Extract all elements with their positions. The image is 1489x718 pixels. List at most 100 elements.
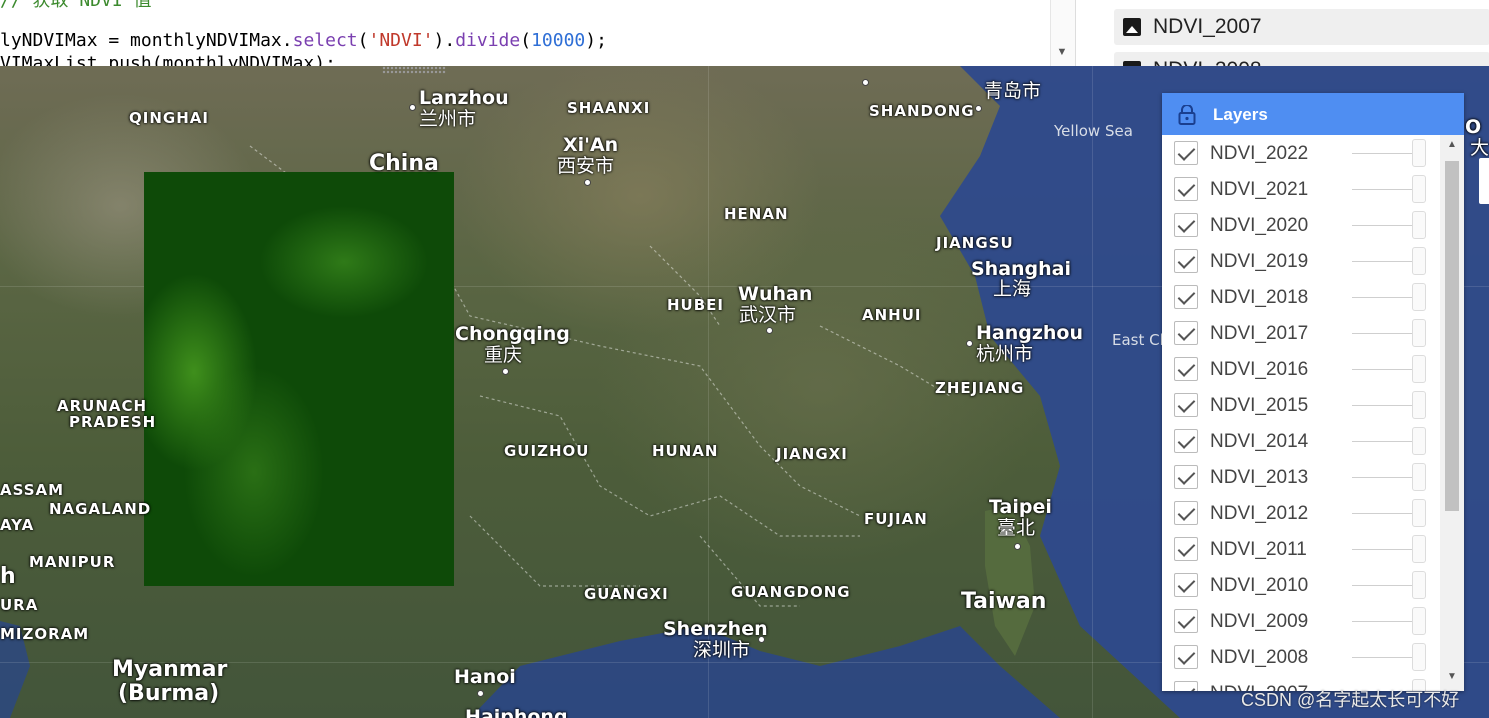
- code-editor[interactable]: // 获取 NDVI 值 lyNDVIMax = monthlyNDVIMax.…: [0, 0, 1075, 66]
- layer-visibility-checkbox[interactable]: [1174, 177, 1198, 201]
- opacity-slider-track[interactable]: [1352, 621, 1414, 622]
- map-label: h: [0, 564, 16, 589]
- opacity-slider-handle[interactable]: [1412, 355, 1426, 383]
- layer-item[interactable]: NDVI_2018: [1162, 279, 1440, 315]
- layer-name: NDVI_2014: [1210, 431, 1309, 452]
- asset-item[interactable]: NDVI_2008: [1114, 52, 1489, 66]
- layer-visibility-checkbox[interactable]: [1174, 681, 1198, 691]
- layer-item[interactable]: NDVI_2013: [1162, 459, 1440, 495]
- map-label: GUANGDONG: [731, 583, 851, 601]
- chevron-down-icon[interactable]: ▼: [1054, 44, 1070, 60]
- layer-item[interactable]: NDVI_2015: [1162, 387, 1440, 423]
- layer-visibility-checkbox[interactable]: [1174, 609, 1198, 633]
- layer-item[interactable]: NDVI_2012: [1162, 495, 1440, 531]
- map-label: JIANGXI: [776, 445, 848, 463]
- opacity-slider-track[interactable]: [1352, 333, 1414, 334]
- map-label: Shenzhen: [663, 618, 768, 640]
- layer-visibility-checkbox[interactable]: [1174, 285, 1198, 309]
- layer-item[interactable]: NDVI_2010: [1162, 567, 1440, 603]
- layers-scrollbar[interactable]: ▲ ▼: [1440, 135, 1464, 691]
- map-label: Lanzhou: [419, 87, 509, 109]
- opacity-slider-handle[interactable]: [1412, 211, 1426, 239]
- opacity-slider-handle[interactable]: [1412, 139, 1426, 167]
- layer-item[interactable]: NDVI_2008: [1162, 639, 1440, 675]
- map-label: Xi'An: [563, 134, 619, 156]
- layer-item[interactable]: NDVI_2017: [1162, 315, 1440, 351]
- map-label: Hangzhou: [976, 322, 1084, 344]
- layer-item[interactable]: NDVI_2016: [1162, 351, 1440, 387]
- opacity-slider-track[interactable]: [1352, 297, 1414, 298]
- opacity-slider-track[interactable]: [1352, 225, 1414, 226]
- opacity-slider-track[interactable]: [1352, 405, 1414, 406]
- opacity-slider-handle[interactable]: [1412, 427, 1426, 455]
- code-number: 10000: [531, 30, 586, 51]
- opacity-slider-track[interactable]: [1352, 513, 1414, 514]
- map-label: Myanmar: [112, 657, 228, 682]
- asset-label: NDVI_2007: [1153, 15, 1262, 38]
- layer-item[interactable]: NDVI_2014: [1162, 423, 1440, 459]
- layer-visibility-checkbox[interactable]: [1174, 573, 1198, 597]
- opacity-slider-track[interactable]: [1352, 189, 1414, 190]
- opacity-slider-handle[interactable]: [1412, 535, 1426, 563]
- opacity-slider-handle[interactable]: [1412, 499, 1426, 527]
- opacity-slider-handle[interactable]: [1412, 463, 1426, 491]
- map-type-button[interactable]: [1479, 158, 1489, 204]
- layer-visibility-checkbox[interactable]: [1174, 465, 1198, 489]
- opacity-slider-track[interactable]: [1352, 261, 1414, 262]
- asset-item[interactable]: NDVI_2007: [1114, 9, 1489, 45]
- layer-item[interactable]: NDVI_2021: [1162, 171, 1440, 207]
- opacity-slider-handle[interactable]: [1412, 391, 1426, 419]
- scrollbar-thumb[interactable]: [1445, 161, 1459, 511]
- city-marker: [758, 636, 765, 643]
- scroll-up-icon[interactable]: ▲: [1445, 139, 1459, 153]
- opacity-slider-handle[interactable]: [1412, 643, 1426, 671]
- layer-visibility-checkbox[interactable]: [1174, 429, 1198, 453]
- map-label: ANHUI: [862, 306, 922, 324]
- map-label: 西安市: [557, 155, 615, 177]
- layer-item[interactable]: NDVI_2022: [1162, 135, 1440, 171]
- lock-icon[interactable]: [1178, 105, 1196, 125]
- layer-visibility-checkbox[interactable]: [1174, 537, 1198, 561]
- opacity-slider-track[interactable]: [1352, 369, 1414, 370]
- scroll-down-icon[interactable]: ▼: [1445, 671, 1459, 685]
- map-label: JIANGSU: [936, 234, 1014, 252]
- layer-name: NDVI_2019: [1210, 251, 1309, 272]
- layer-visibility-checkbox[interactable]: [1174, 141, 1198, 165]
- layer-item[interactable]: NDVI_2011: [1162, 531, 1440, 567]
- opacity-slider-handle[interactable]: [1412, 571, 1426, 599]
- map-label: AYA: [0, 516, 35, 534]
- layer-visibility-checkbox[interactable]: [1174, 645, 1198, 669]
- opacity-slider-track[interactable]: [1352, 153, 1414, 154]
- code-comment: // 获取 NDVI 值: [0, 0, 152, 11]
- opacity-slider-handle[interactable]: [1412, 175, 1426, 203]
- map-label: O: [1465, 116, 1482, 138]
- resize-handle[interactable]: [382, 66, 446, 74]
- city-marker: [477, 690, 484, 697]
- layer-item[interactable]: NDVI_2020: [1162, 207, 1440, 243]
- layer-visibility-checkbox[interactable]: [1174, 393, 1198, 417]
- layer-name: NDVI_2009: [1210, 611, 1309, 632]
- opacity-slider-handle[interactable]: [1412, 319, 1426, 347]
- layer-item[interactable]: NDVI_2019: [1162, 243, 1440, 279]
- map-label: Chongqing: [455, 323, 570, 345]
- opacity-slider-track[interactable]: [1352, 657, 1414, 658]
- layer-visibility-checkbox[interactable]: [1174, 249, 1198, 273]
- layer-item[interactable]: NDVI_2009: [1162, 603, 1440, 639]
- layer-visibility-checkbox[interactable]: [1174, 321, 1198, 345]
- opacity-slider-track[interactable]: [1352, 477, 1414, 478]
- opacity-slider-handle[interactable]: [1412, 247, 1426, 275]
- opacity-slider-handle[interactable]: [1412, 607, 1426, 635]
- opacity-slider-handle[interactable]: [1412, 283, 1426, 311]
- layers-header[interactable]: Layers: [1162, 93, 1464, 135]
- opacity-slider-track[interactable]: [1352, 441, 1414, 442]
- layer-visibility-checkbox[interactable]: [1174, 501, 1198, 525]
- opacity-slider-track[interactable]: [1352, 585, 1414, 586]
- layer-visibility-checkbox[interactable]: [1174, 213, 1198, 237]
- layer-visibility-checkbox[interactable]: [1174, 357, 1198, 381]
- code-method-select: select: [292, 30, 358, 51]
- map-label: 杭州市: [976, 343, 1034, 365]
- map-label: 大: [1470, 137, 1489, 159]
- layer-list: NDVI_2022 NDVI_2021 NDVI_2020 NDVI_2019 NDVI…: [1162, 135, 1464, 691]
- opacity-slider-track[interactable]: [1352, 549, 1414, 550]
- map-label: 臺北: [997, 517, 1036, 539]
